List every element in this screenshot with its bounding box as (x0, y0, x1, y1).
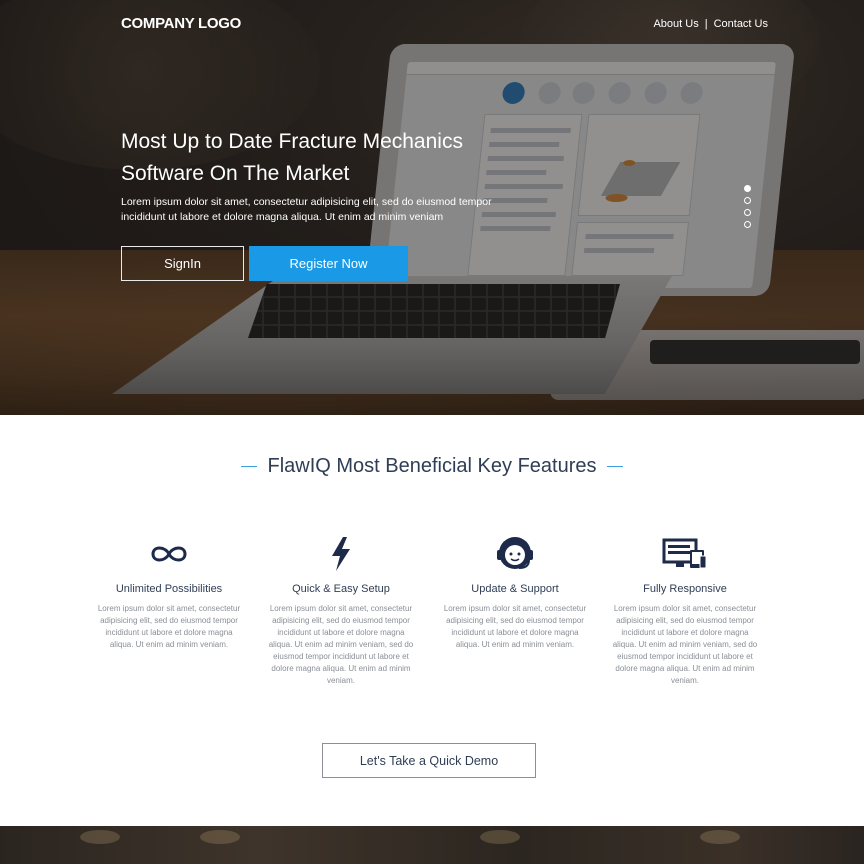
feature-unlimited-possibilities: Unlimited Possibilities Lorem ipsum dolo… (94, 535, 244, 651)
hero-description: Lorem ipsum dolor sit amet, consectetur … (121, 196, 492, 223)
heading-dash (241, 466, 258, 468)
slider-dot[interactable] (744, 197, 751, 204)
feature-description: Lorem ipsum dolor sit amet, consectetur … (443, 604, 587, 649)
features-heading: FlawIQ Most Beneficial Key Features (0, 455, 864, 478)
slider-dot[interactable] (744, 209, 751, 216)
background-blur (80, 830, 120, 844)
infinity-icon (94, 535, 244, 573)
slider-dots (744, 185, 751, 233)
top-nav: About Us | Contact Us (653, 18, 768, 30)
background-blur (700, 830, 740, 844)
quick-demo-button[interactable]: Let's Take a Quick Demo (322, 743, 536, 778)
nav-contact-us[interactable]: Contact Us (714, 18, 768, 30)
register-now-button[interactable]: Register Now (249, 246, 408, 281)
features-title-text: FlawIQ Most Beneficial Key Features (267, 455, 597, 477)
company-logo[interactable]: COMPANY LOGO (121, 15, 241, 32)
feature-update-support: Update & Support Lorem ipsum dolor sit a… (440, 535, 590, 651)
slider-dot[interactable] (744, 185, 751, 192)
feature-fully-responsive: Fully Responsive Lorem ipsum dolor sit a… (610, 535, 760, 687)
nav-about-us[interactable]: About Us (653, 18, 698, 30)
background-blur (480, 830, 520, 844)
slider-dot[interactable] (744, 221, 751, 228)
heading-dash (606, 466, 623, 468)
signin-button[interactable]: SignIn (121, 246, 244, 281)
hero-title: Most Up to Date Fracture Mechanics Softw… (121, 130, 463, 185)
nav-separator: | (704, 18, 708, 30)
feature-title: Unlimited Possibilities (115, 583, 223, 595)
lightning-icon (266, 535, 416, 573)
feature-title: Update & Support (471, 583, 559, 595)
feature-title: Fully Responsive (643, 583, 727, 595)
responsive-devices-icon (610, 535, 760, 573)
next-section-preview (0, 826, 864, 864)
feature-description: Lorem ipsum dolor sit amet, consectetur … (268, 604, 414, 685)
feature-title: Quick & Easy Setup (292, 583, 390, 595)
feature-description: Lorem ipsum dolor sit amet, consectetur … (612, 604, 758, 685)
headset-support-icon (440, 535, 590, 573)
background-blur (200, 830, 240, 844)
feature-quick-easy-setup: Quick & Easy Setup Lorem ipsum dolor sit… (266, 535, 416, 687)
feature-description: Lorem ipsum dolor sit amet, consectetur … (97, 604, 241, 649)
